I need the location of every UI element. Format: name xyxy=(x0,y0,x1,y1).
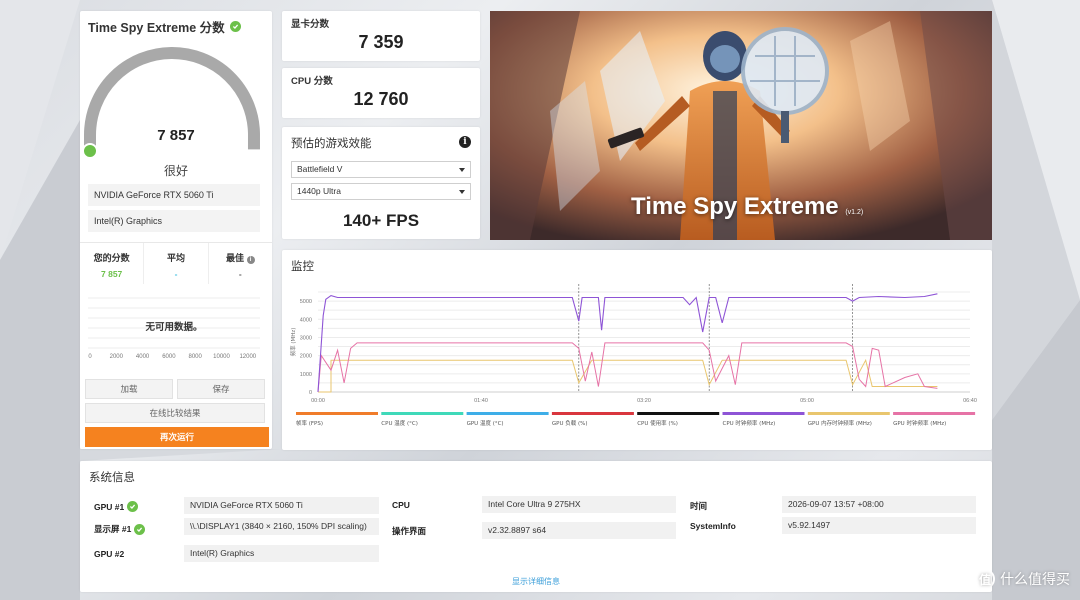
x-tick-label: 01:40 xyxy=(474,398,488,404)
graphics-score-label: 显卡分数 xyxy=(291,19,330,30)
x-tick-label: 00:00 xyxy=(311,398,325,404)
check-icon xyxy=(127,501,139,512)
distribution-axis: 0 2000 4000 6000 8000 10000 12000 xyxy=(88,354,260,364)
show-details-link[interactable]: 显示详细信息 xyxy=(80,576,992,587)
axis-tick-label: 2000 xyxy=(109,354,123,360)
igpu-name: Intel(R) Graphics xyxy=(88,210,260,232)
gauge-marker xyxy=(84,143,98,157)
y-tick-label: 3000 xyxy=(300,335,312,341)
legend-label: GPU 时钟频率 (MHz) xyxy=(893,419,946,427)
y-tick-label: 0 xyxy=(309,390,312,396)
chevron-down-icon xyxy=(459,168,465,172)
display-value: \\.\DISPLAY1 (3840 × 2160, 150% DPI scal… xyxy=(184,518,379,535)
axis-tick-label: 12000 xyxy=(239,354,257,360)
legend-swatch xyxy=(722,412,805,415)
score-grade: 很好 xyxy=(163,164,188,178)
hero-title: Time Spy Extreme (v1.2) xyxy=(631,193,864,220)
axis-tick-label: 10000 xyxy=(213,354,230,360)
gpu2-key: GPU #2 xyxy=(94,549,125,559)
graphics-score-card: 显卡分数 7 359 xyxy=(282,11,480,61)
save-button[interactable]: 保存 xyxy=(177,379,265,399)
legend-swatch xyxy=(551,412,634,415)
cpu-score-card: CPU 分数 12 760 xyxy=(282,68,480,118)
game-performance-title: 预估的游戏效能 xyxy=(291,138,372,150)
y-tick-label: 2000 xyxy=(300,354,312,360)
legend-swatch xyxy=(381,412,464,415)
legend-label: CPU 温度 (°C) xyxy=(381,419,418,427)
game-performance-card: 预估的游戏效能 i Battlefield V 1440p Ultra 140+… xyxy=(282,127,480,239)
your-score-col: 您的分数 7 857 xyxy=(80,243,145,284)
legend-label: CPU 使用率 (%) xyxy=(637,419,678,427)
check-icon xyxy=(134,523,146,535)
systeminfo-key: SystemInfo xyxy=(690,521,736,531)
gpu1-key: GPU #1 xyxy=(94,501,139,512)
gpu-name: NVIDIA GeForce RTX 5060 Ti xyxy=(88,184,260,206)
load-button[interactable]: 加载 xyxy=(85,379,173,399)
time-key: 时间 xyxy=(690,501,708,511)
estimated-fps: 140+ FPS xyxy=(342,211,420,230)
legend-label: GPU 温度 (°C) xyxy=(467,419,504,427)
time-value: 2026-09-07 13:57 +08:00 xyxy=(782,496,976,513)
average-score-col: 平均 - xyxy=(144,243,209,284)
run-again-button[interactable]: 再次运行 xyxy=(85,427,269,447)
overall-score: 7 857 xyxy=(157,127,195,144)
watermark: 值 什么值得买 xyxy=(975,569,1070,589)
legend-label: GPU 内存时钟频率 (MHz) xyxy=(808,419,872,427)
cpu-key: CPU xyxy=(392,500,410,510)
x-tick-label: 03:20 xyxy=(637,398,651,404)
info-icon[interactable]: i xyxy=(459,136,471,148)
y-tick-label: 1000 xyxy=(300,372,312,378)
y-axis-label: 频率 (MHz) xyxy=(289,328,297,357)
x-tick-label: 06:40 xyxy=(963,398,977,404)
legend-label: 帧率 (FPS) xyxy=(296,419,323,427)
legend-swatch xyxy=(807,412,890,415)
best-score-col: 最佳 i - xyxy=(209,243,272,284)
series-gpu-clock xyxy=(317,342,938,393)
compare-online-button[interactable]: 在线比较结果 xyxy=(85,403,265,423)
display-key: 显示屏 #1 xyxy=(94,523,146,535)
legend-swatch xyxy=(466,412,549,415)
score-card: Time Spy Extreme 分数 7 857 很好 NVIDIA GeFo… xyxy=(80,11,272,449)
cpu-value: Intel Core Ultra 9 275HX xyxy=(482,496,676,513)
systeminfo-value: v5.92.1497 xyxy=(782,517,976,534)
y-tick-label: 5000 xyxy=(300,299,312,305)
system-info-title: 系统信息 xyxy=(89,472,135,484)
gpu1-value: NVIDIA GeForce RTX 5060 Ti xyxy=(184,497,379,514)
monitoring-card: 监控 5000 4000 3000 2000 1000 0 频率 (MHz) 00:00 01:… xyxy=(282,250,992,450)
check-icon xyxy=(229,21,241,32)
no-data-text: 无可用数据。 xyxy=(145,322,203,333)
axis-tick-label: 4000 xyxy=(135,354,150,360)
legend-swatch xyxy=(296,412,378,415)
chevron-down-icon xyxy=(459,190,465,194)
axis-tick-label: 0 xyxy=(88,354,92,360)
os-key: 操作界面 xyxy=(392,526,427,536)
cpu-score-value: 12 760 xyxy=(353,89,409,109)
legend-swatch xyxy=(637,412,720,415)
info-icon[interactable]: i xyxy=(246,256,255,264)
graphics-score-value: 7 359 xyxy=(358,32,404,52)
cpu-score-label: CPU 分数 xyxy=(291,76,333,87)
legend-swatch xyxy=(893,412,976,415)
score-comparison: 您的分数 7 857 平均 - 最佳 i - xyxy=(80,242,272,284)
legend-label: CPU 时钟频率 (MHz) xyxy=(723,419,776,427)
preset-select[interactable]: 1440p Ultra xyxy=(291,183,471,200)
distribution-chart: 无可用数据。 xyxy=(88,294,260,354)
axis-tick-label: 6000 xyxy=(162,354,176,360)
os-value: v2.32.8897 s64 xyxy=(482,522,676,539)
y-tick-label: 4000 xyxy=(300,317,312,323)
axis-tick-label: 8000 xyxy=(188,354,202,360)
x-tick-label: 05:00 xyxy=(800,398,814,404)
hero-version: (v1.2) xyxy=(845,209,864,216)
monitoring-chart: 5000 4000 3000 2000 1000 0 频率 (MHz) 00:00 01:40 0… xyxy=(289,284,977,427)
watermark-logo: 值 xyxy=(975,569,995,589)
system-info-card: 系统信息 GPU #1 NVIDIA GeForce RTX 5060 Ti 显… xyxy=(80,461,992,592)
legend-label: GPU 负载 (%) xyxy=(552,419,588,427)
game-select[interactable]: Battlefield V xyxy=(291,161,471,178)
score-title: Time Spy Extreme 分数 xyxy=(88,17,241,36)
gpu2-value: Intel(R) Graphics xyxy=(184,545,379,562)
